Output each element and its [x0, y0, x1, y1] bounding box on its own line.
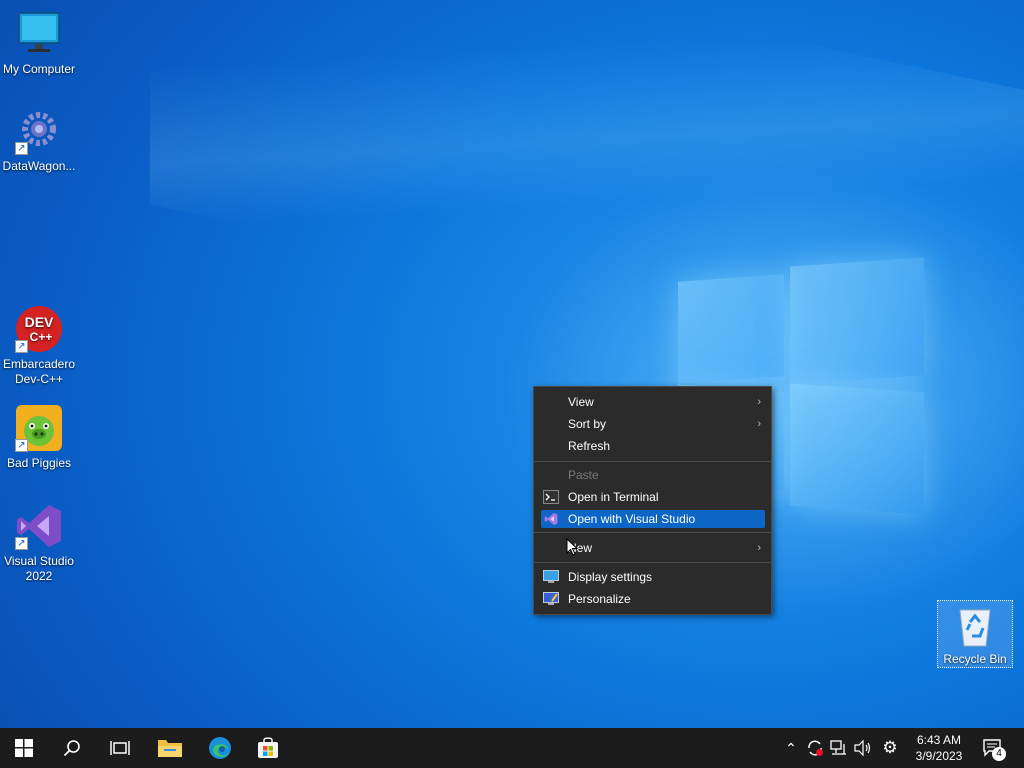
settings-button[interactable]: ⚙	[878, 728, 902, 768]
windows-start-icon	[15, 739, 33, 757]
start-button[interactable]	[0, 728, 48, 768]
search-button[interactable]	[48, 728, 96, 768]
shortcut-arrow-icon: ↗	[15, 537, 28, 550]
desktop-icon-datawagon[interactable]: ↗ DataWagon...	[1, 107, 77, 174]
desktop-icon-dev-cpp[interactable]: DEV C++ ↗ Embarcadero Dev-C++	[1, 305, 77, 387]
search-icon	[63, 740, 80, 757]
menu-item-label: Open in Terminal	[568, 490, 659, 504]
chevron-right-icon: ›	[757, 418, 761, 430]
file-explorer-icon	[158, 740, 182, 757]
desktop-icon-label: Visual Studio 2022	[4, 554, 74, 583]
volume-button[interactable]	[852, 728, 874, 768]
shortcut-arrow-icon: ↗	[15, 340, 28, 353]
mouse-cursor-icon	[566, 537, 579, 561]
menu-item-label: Paste	[568, 468, 599, 482]
chevron-up-icon: ⌃	[785, 739, 797, 756]
display-icon	[543, 570, 559, 584]
sync-error-icon	[808, 740, 823, 756]
speaker-icon	[854, 740, 871, 756]
chevron-right-icon: ›	[757, 542, 761, 554]
menu-item-view[interactable]: View ›	[541, 393, 765, 411]
desktop[interactable]: My Computer ↗ DataWagon... DEV C++ ↗ Emb…	[0, 0, 1024, 728]
clock-time: 6:43 AM	[916, 733, 962, 747]
bad-piggies-icon: ↗	[15, 404, 63, 452]
shortcut-arrow-icon: ↗	[15, 439, 28, 452]
action-center-button[interactable]: 4	[978, 728, 1008, 768]
menu-item-personalize[interactable]: Personalize	[541, 590, 765, 608]
svg-text:DEV: DEV	[25, 314, 54, 330]
network-button[interactable]	[828, 728, 850, 768]
edge-button[interactable]	[196, 728, 244, 768]
desktop-icon-label: Recycle Bin	[943, 652, 1007, 666]
datawagon-icon: ↗	[15, 107, 63, 155]
svg-text:C++: C++	[30, 330, 53, 344]
notification-count-badge: 4	[992, 747, 1006, 761]
menu-separator	[534, 461, 771, 462]
file-explorer-button[interactable]	[146, 728, 194, 768]
desktop-icon-visual-studio[interactable]: ↗ Visual Studio 2022	[1, 502, 77, 584]
desktop-icon-label: Embarcadero Dev-C++	[2, 357, 76, 386]
menu-item-label: Refresh	[568, 439, 611, 453]
personalize-icon	[543, 592, 559, 606]
dev-cpp-icon: DEV C++ ↗	[15, 305, 63, 353]
menu-item-open-in-terminal[interactable]: Open in Terminal	[541, 488, 765, 506]
store-icon	[258, 737, 278, 758]
menu-item-sort-by[interactable]: Sort by ›	[541, 415, 765, 433]
monitor-icon	[15, 10, 63, 58]
chevron-right-icon: ›	[757, 396, 761, 408]
menu-separator	[534, 562, 771, 563]
desktop-icon-label: My Computer	[2, 62, 76, 76]
edge-icon	[209, 737, 231, 759]
desktop-icon-recycle-bin[interactable]: Recycle Bin	[937, 600, 1013, 668]
menu-item-paste: Paste	[541, 466, 765, 484]
menu-item-label: Sort by	[568, 417, 607, 431]
store-button[interactable]	[244, 728, 292, 768]
menu-item-label: Display settings	[568, 570, 653, 584]
menu-item-open-with-visual-studio[interactable]: Open with Visual Studio	[541, 510, 765, 528]
sync-status-button[interactable]	[804, 728, 826, 768]
desktop-icon-label: DataWagon...	[2, 159, 76, 173]
visual-studio-icon	[543, 512, 559, 526]
visual-studio-icon: ↗	[15, 502, 63, 550]
desktop-icon-label: Bad Piggies	[6, 456, 72, 470]
task-view-button[interactable]	[96, 728, 144, 768]
gear-icon: ⚙	[882, 738, 898, 757]
shortcut-arrow-icon: ↗	[15, 142, 28, 155]
task-view-icon	[110, 741, 130, 755]
terminal-icon	[543, 490, 559, 504]
desktop-icon-my-computer[interactable]: My Computer	[1, 10, 77, 77]
recycle-bin-icon	[955, 604, 995, 648]
menu-item-label: Open with Visual Studio	[568, 512, 696, 526]
network-icon	[830, 740, 846, 755]
clock[interactable]: 6:43 AM 3/9/2023	[906, 732, 972, 764]
menu-item-label: View	[568, 395, 594, 409]
taskbar: ⌃ ⚙ 6:43 AM 3/9/2023 4	[0, 728, 1024, 768]
menu-separator	[534, 532, 771, 533]
menu-item-label: Personalize	[568, 592, 631, 606]
menu-item-display-settings[interactable]: Display settings	[541, 568, 765, 586]
desktop-context-menu: View › Sort by › Refresh Paste Open in T…	[533, 386, 772, 615]
clock-date: 3/9/2023	[915, 749, 963, 763]
desktop-icon-bad-piggies[interactable]: ↗ Bad Piggies	[1, 404, 77, 471]
show-hidden-icons-button[interactable]: ⌃	[780, 728, 802, 768]
menu-item-refresh[interactable]: Refresh	[541, 437, 765, 455]
